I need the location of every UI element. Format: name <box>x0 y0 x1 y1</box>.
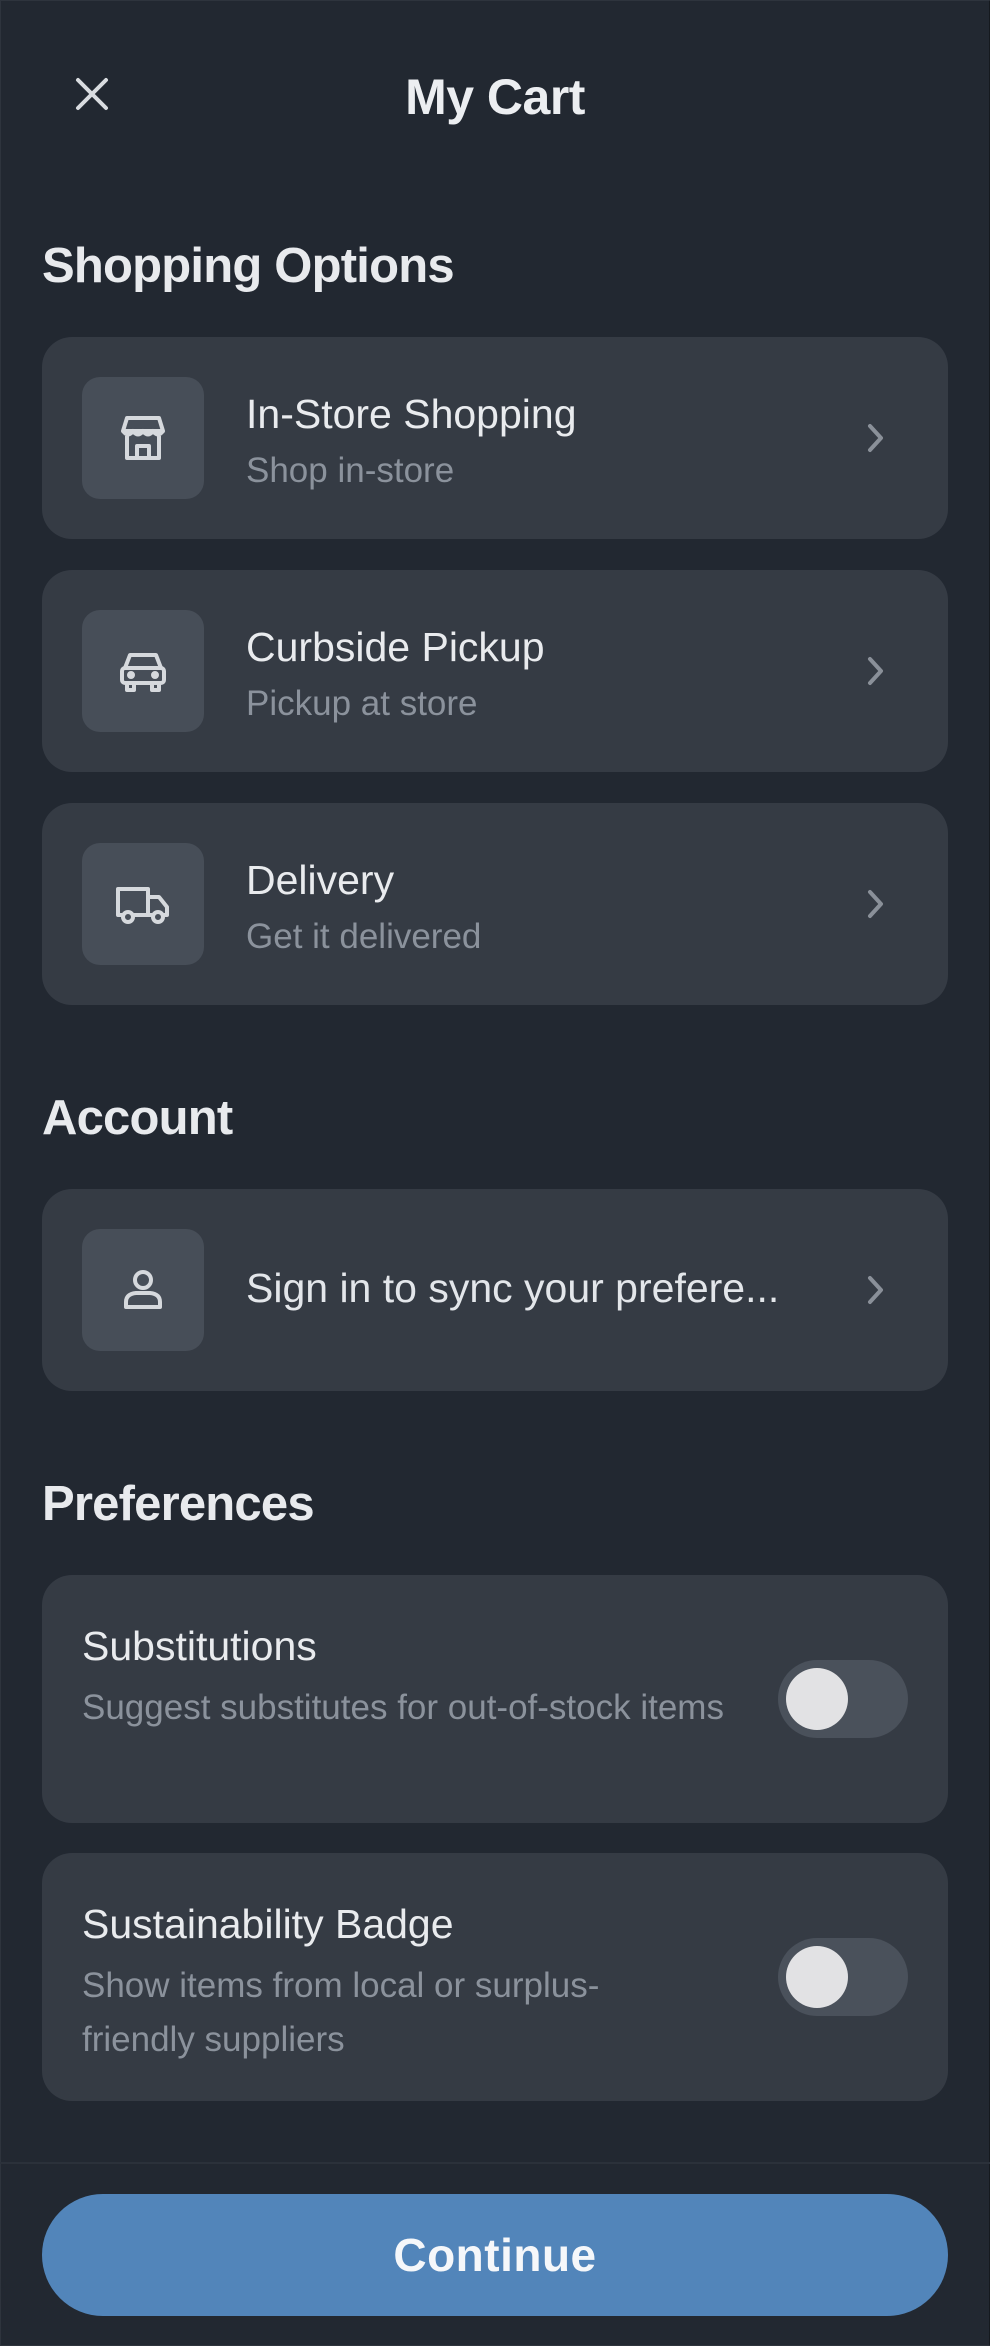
sign-in-label: Sign in to sync your prefere... <box>246 1265 780 1311</box>
icon-tile <box>82 1229 204 1351</box>
chevron-right-icon <box>856 418 896 458</box>
icon-tile <box>82 843 204 965</box>
preference-title: Substitutions <box>82 1623 317 1669</box>
chevron-right-icon <box>856 1270 896 1310</box>
header: My Cart <box>0 40 990 150</box>
preference-description: Suggest substitutes for out-of-stock ite… <box>82 1688 724 1727</box>
substitutions-toggle[interactable] <box>778 1660 908 1738</box>
preference-description: Show items from local or surplus-friendl… <box>82 1966 600 2059</box>
option-delivery[interactable]: Delivery Get it delivered <box>42 803 948 1005</box>
option-title: In-Store Shopping <box>246 391 577 437</box>
option-curbside-pickup[interactable]: Curbside Pickup Pickup at store <box>42 570 948 772</box>
person-icon <box>116 1263 170 1317</box>
page-title: My Cart <box>405 69 585 125</box>
footer-divider <box>0 2162 990 2164</box>
option-subtitle: Pickup at store <box>246 684 478 723</box>
section-title-account: Account <box>42 1091 233 1145</box>
sign-in-button[interactable]: Sign in to sync your prefere... <box>42 1189 948 1391</box>
option-in-store-shopping[interactable]: In-Store Shopping Shop in-store <box>42 337 948 539</box>
section-title-preferences: Preferences <box>42 1477 315 1531</box>
option-title: Delivery <box>246 857 395 903</box>
toggle-knob <box>786 1668 848 1730</box>
option-subtitle: Get it delivered <box>246 917 482 956</box>
sustainability-badge-toggle[interactable] <box>778 1938 908 2016</box>
icon-tile <box>82 377 204 499</box>
chevron-right-icon <box>856 651 896 691</box>
toggle-knob <box>786 1946 848 2008</box>
preference-substitutions: Substitutions Suggest substitutes for ou… <box>42 1575 948 1823</box>
icon-tile <box>82 610 204 732</box>
section-title-shopping-options: Shopping Options <box>42 239 455 293</box>
option-title: Curbside Pickup <box>246 624 545 670</box>
chevron-right-icon <box>856 884 896 924</box>
car-icon <box>116 644 170 698</box>
storefront-icon <box>116 411 170 465</box>
preference-title: Sustainability Badge <box>82 1901 454 1947</box>
truck-icon <box>114 877 172 931</box>
preference-sustainability-badge: Sustainability Badge Show items from loc… <box>42 1853 948 2101</box>
continue-button[interactable]: Continue <box>42 2194 948 2316</box>
option-subtitle: Shop in-store <box>246 451 455 490</box>
